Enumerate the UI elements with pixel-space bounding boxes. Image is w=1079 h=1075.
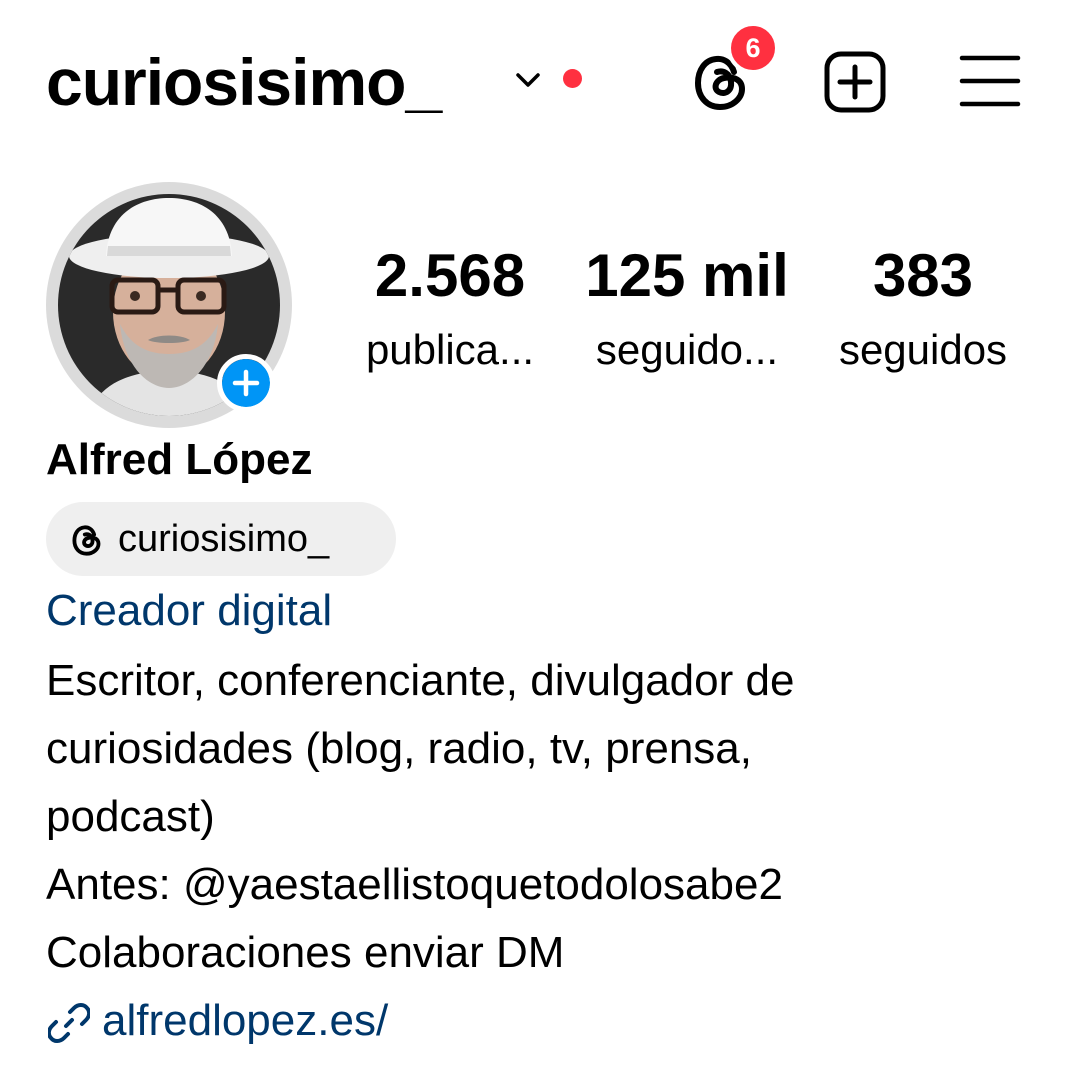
bio-line: curiosidades (blog, radio, tv, prensa, [46,724,752,773]
new-post-icon[interactable] [823,50,887,114]
stat-posts[interactable]: 2.568 publica... [350,240,550,378]
bio-line: podcast) [46,792,215,841]
stat-followers[interactable]: 125 mil seguido... [578,240,796,378]
stat-label: seguido... [595,326,779,373]
notification-dot [563,69,582,88]
profile-category: Creador digital [46,586,333,635]
threads-handle: curiosisimo_ [118,518,330,560]
add-story-icon[interactable] [217,354,275,412]
threads-profile-chip[interactable]: curiosisimo_ [46,502,396,576]
stat-value: 383 [872,242,974,309]
menu-icon[interactable] [958,52,1022,110]
stat-value: 2.568 [374,242,526,309]
bio-line: Colaboraciones enviar DM [46,928,565,977]
stat-label: seguidos [838,326,1008,373]
full-name: Alfred López [46,435,313,484]
link-icon [48,1003,90,1043]
stat-value: 125 mil [585,242,789,309]
bio-line: Escritor, conferenciante, divulgador de [46,656,795,705]
stat-label: publica... [365,326,535,373]
threads-icon [72,525,101,556]
profile-link-text[interactable]: alfredlopez.es/ [102,992,388,1050]
chevron-down-icon[interactable] [514,70,542,90]
stat-following[interactable]: 383 seguidos [818,240,1028,378]
bio-line[interactable]: Antes: @yaestaellistoquetodolosabe2 [46,856,783,914]
profile-username[interactable]: curiosisimo_ [46,42,442,122]
threads-badge: 6 [727,22,779,74]
